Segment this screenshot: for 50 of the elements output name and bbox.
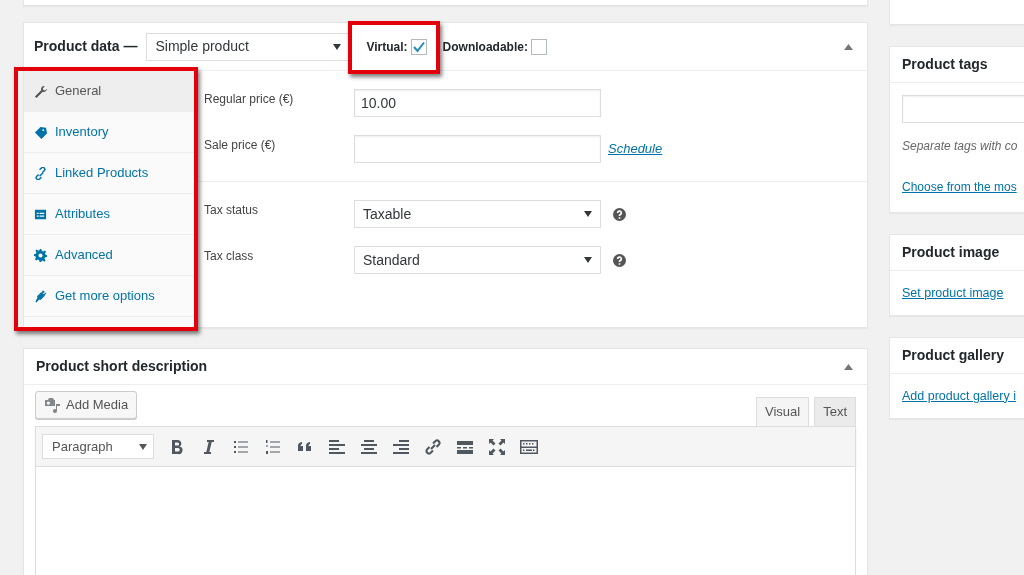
sidebar-link[interactable]: Choose from the mos <box>902 177 1017 196</box>
collapse-arrow-icon[interactable] <box>844 43 853 50</box>
sidebar-link[interactable]: Set product image <box>902 284 1004 303</box>
hint-text: Separate tags with co <box>902 138 1018 155</box>
tab[interactable]: Inventory <box>24 112 194 153</box>
tab[interactable]: General <box>24 71 194 112</box>
checkbox[interactable] <box>530 38 547 55</box>
input-field[interactable]: 10.00 <box>354 89 601 117</box>
tab[interactable]: Linked Products <box>24 153 194 194</box>
collapse-arrow-icon[interactable] <box>844 363 853 370</box>
select-field[interactable]: Taxable <box>354 200 601 228</box>
editor-tab[interactable]: Visual <box>755 397 810 426</box>
format-select[interactable]: Paragraph <box>42 434 154 459</box>
plug-icon <box>34 289 47 303</box>
caret-icon <box>584 257 592 263</box>
panel-title: Product gallery <box>890 337 1024 374</box>
panel-title: Product data — <box>34 37 138 56</box>
wrench-icon <box>34 84 47 98</box>
caret-icon <box>584 211 592 217</box>
select-field[interactable]: Standard <box>354 246 601 274</box>
camera-music-icon <box>44 396 62 414</box>
schedule-link[interactable]: Schedule <box>608 139 663 159</box>
list-card-icon <box>34 207 47 221</box>
field-label: Regular price (€) <box>204 91 295 108</box>
tab[interactable]: Get more options <box>24 276 194 317</box>
gear-icon <box>34 248 47 262</box>
help-icon[interactable] <box>613 253 626 267</box>
tab[interactable]: Advanced <box>24 235 194 276</box>
checkbox[interactable] <box>410 38 427 55</box>
field-label: Tax class <box>204 248 255 265</box>
fullscreen-icon[interactable] <box>487 436 507 457</box>
caret-icon <box>139 443 147 450</box>
editor-tab[interactable]: Text <box>814 397 856 426</box>
add-media-button[interactable]: Add Media <box>35 391 138 419</box>
help-icon[interactable] <box>613 207 626 221</box>
caret-icon <box>333 43 342 50</box>
link-icon <box>34 166 47 180</box>
panel-title: Product short description <box>36 357 208 376</box>
panel-title: Product tags <box>890 47 1024 83</box>
sidebar-link[interactable]: Add product gallery i <box>902 386 1016 406</box>
product-type-select[interactable]: Simple product <box>146 32 351 61</box>
field-label: Tax status <box>204 202 260 219</box>
tag-icon <box>34 125 47 139</box>
input-field[interactable] <box>354 135 601 163</box>
link-icon[interactable] <box>423 436 443 457</box>
panel-title: Product image <box>890 235 1024 271</box>
tab[interactable]: Attributes <box>24 194 194 235</box>
option-label: Downloadable: <box>442 38 528 56</box>
option-label: Virtual: <box>366 38 408 56</box>
field-label: Sale price (€) <box>204 137 277 154</box>
